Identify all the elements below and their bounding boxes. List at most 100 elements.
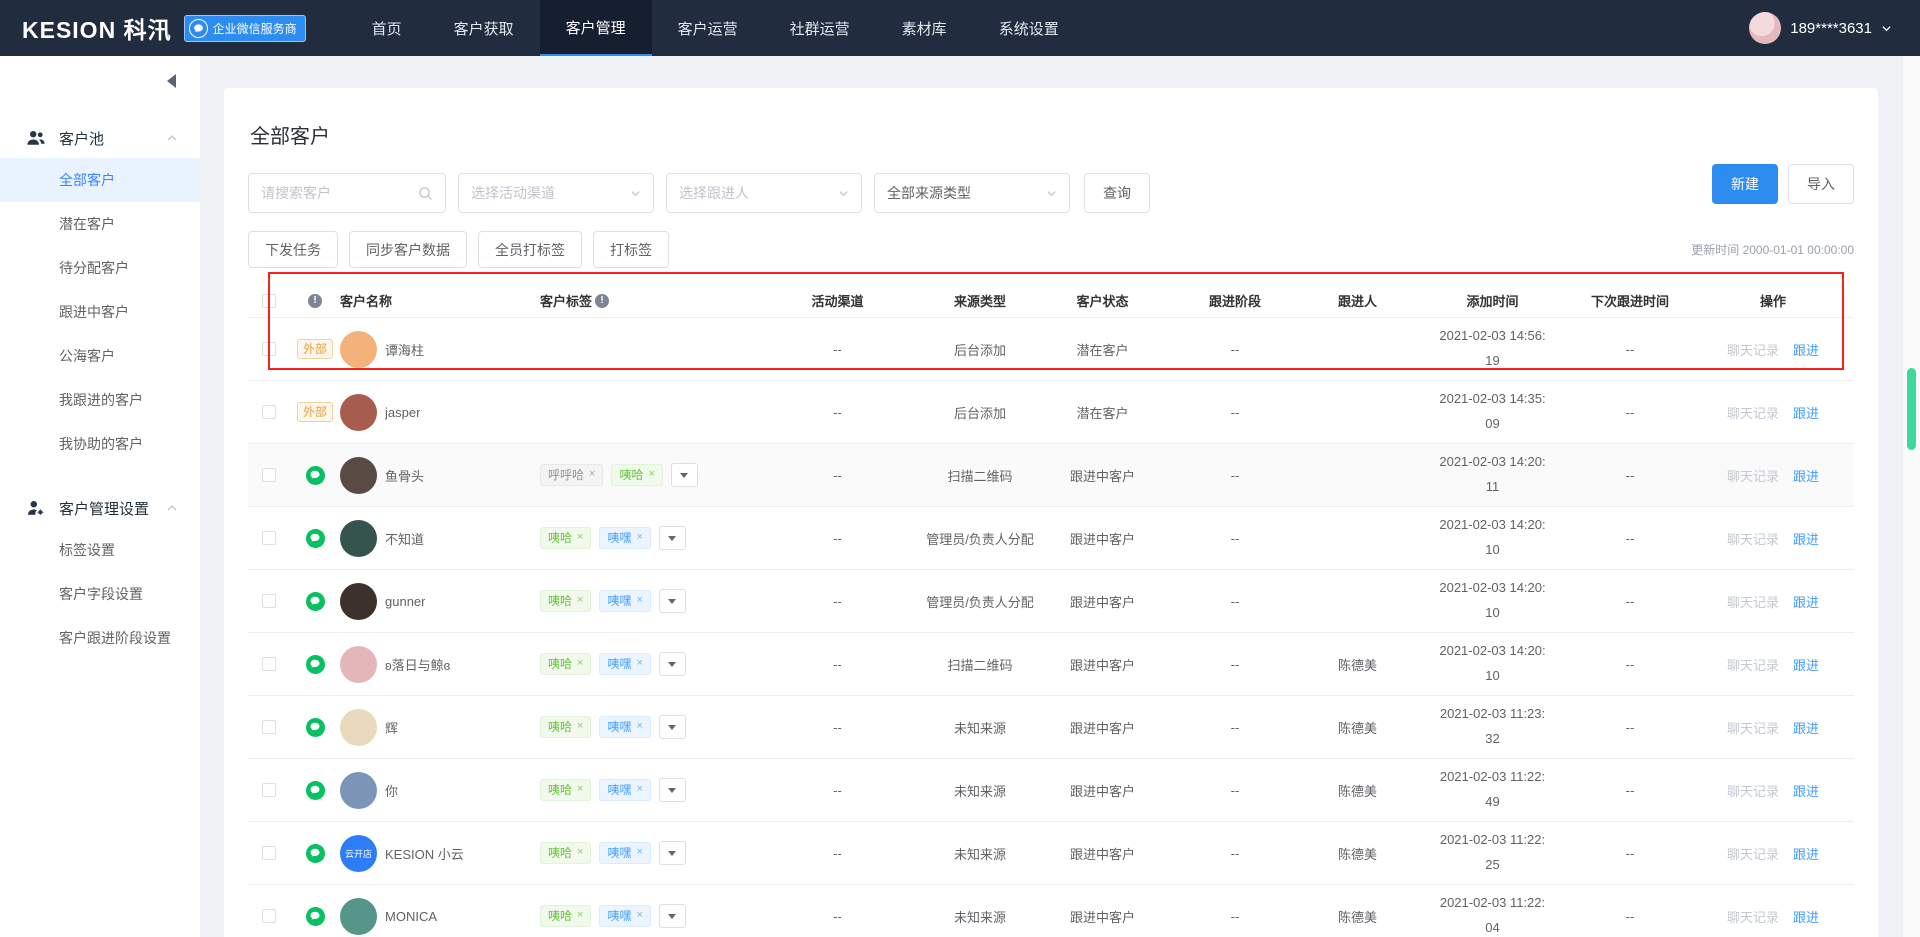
tag-remove-icon[interactable]: × xyxy=(577,657,583,670)
chat-record-link[interactable]: 聊天记录 xyxy=(1727,592,1779,611)
tag-remove-icon[interactable]: × xyxy=(577,531,583,544)
nav-item-客户运营[interactable]: 客户运营 xyxy=(652,0,764,56)
tag-remove-icon[interactable]: × xyxy=(636,846,642,859)
follower-select[interactable]: 选择跟进人 xyxy=(666,173,862,213)
chat-record-link[interactable]: 聊天记录 xyxy=(1727,529,1779,548)
nav-item-首页[interactable]: 首页 xyxy=(346,0,428,56)
sidebar-item-公海客户[interactable]: 公海客户 xyxy=(0,334,200,378)
nav-item-素材库[interactable]: 素材库 xyxy=(876,0,973,56)
follow-link[interactable]: 跟进 xyxy=(1793,718,1819,737)
sidebar-item-我跟进的客户[interactable]: 我跟进的客户 xyxy=(0,378,200,422)
import-button[interactable]: 导入 xyxy=(1788,164,1854,204)
sidebar-collapse-icon[interactable] xyxy=(167,74,176,88)
add-time-line2: 10 xyxy=(1485,542,1500,557)
chat-record-link[interactable]: 聊天记录 xyxy=(1727,781,1779,800)
tag-remove-icon[interactable]: × xyxy=(636,783,642,796)
customer-name: KESION 小云 xyxy=(385,846,464,862)
tag-remove-icon[interactable]: × xyxy=(577,720,583,733)
tag-remove-icon[interactable]: × xyxy=(636,531,642,544)
sidebar-item-客户跟进阶段设置[interactable]: 客户跟进阶段设置 xyxy=(0,616,200,660)
user-area[interactable]: 189****3631 xyxy=(1749,12,1920,44)
chat-record-link[interactable]: 聊天记录 xyxy=(1727,718,1779,737)
chat-record-link[interactable]: 聊天记录 xyxy=(1727,466,1779,485)
channel-select[interactable]: 选择活动渠道 xyxy=(458,173,654,213)
tag-remove-icon[interactable]: × xyxy=(636,657,642,670)
follow-link[interactable]: 跟进 xyxy=(1793,340,1819,359)
row-checkbox[interactable] xyxy=(262,594,276,608)
chat-record-link[interactable]: 聊天记录 xyxy=(1727,907,1779,926)
sidebar-item-跟进中客户[interactable]: 跟进中客户 xyxy=(0,290,200,334)
tag-dropdown-button[interactable] xyxy=(658,589,686,613)
tag-remove-icon[interactable]: × xyxy=(636,909,642,922)
tag-dropdown-button[interactable] xyxy=(670,463,698,487)
follow-link[interactable]: 跟进 xyxy=(1793,529,1819,548)
search-input[interactable]: 请搜索客户 xyxy=(248,173,446,213)
cell-select xyxy=(248,405,290,419)
nav-item-客户管理[interactable]: 客户管理 xyxy=(539,0,652,56)
row-checkbox[interactable] xyxy=(262,342,276,356)
follow-link[interactable]: 跟进 xyxy=(1793,844,1819,863)
create-button[interactable]: 新建 xyxy=(1712,164,1778,204)
sidebar-section-0: 客户池 全部客户 潜在客户 待分配客户 跟进中客户 公海客户 我跟进的客户 我协助的客户 xyxy=(0,118,200,466)
chat-record-link[interactable]: 聊天记录 xyxy=(1727,403,1779,422)
batch-button-下发任务[interactable]: 下发任务 xyxy=(248,231,338,268)
sidebar-section-title-客户管理设置[interactable]: 客户管理设置 xyxy=(0,488,200,528)
page-scrollbar[interactable] xyxy=(1902,56,1920,937)
tag-remove-icon[interactable]: × xyxy=(636,594,642,607)
tag-remove-icon[interactable]: × xyxy=(636,720,642,733)
tag-dropdown-button[interactable] xyxy=(658,841,686,865)
tag-咦嘿: 咦嘿 × xyxy=(599,526,651,550)
cell-name: 辉 xyxy=(340,708,540,746)
batch-button-全员打标签[interactable]: 全员打标签 xyxy=(478,231,582,268)
row-checkbox[interactable] xyxy=(262,846,276,860)
external-badge: 外部 xyxy=(296,401,333,423)
sidebar-item-我协助的客户[interactable]: 我协助的客户 xyxy=(0,422,200,466)
nav-item-客户获取[interactable]: 客户获取 xyxy=(428,0,540,56)
tag-dropdown-button[interactable] xyxy=(658,652,686,676)
row-checkbox[interactable] xyxy=(262,909,276,923)
sidebar-item-标签设置[interactable]: 标签设置 xyxy=(0,528,200,572)
source-type-select[interactable]: 全部来源类型 xyxy=(874,173,1070,213)
follow-link[interactable]: 跟进 xyxy=(1793,466,1819,485)
tag-dropdown-button[interactable] xyxy=(658,904,686,928)
chat-record-link[interactable]: 聊天记录 xyxy=(1727,844,1779,863)
tag-remove-icon[interactable]: × xyxy=(589,468,595,481)
batch-button-打标签[interactable]: 打标签 xyxy=(593,231,669,268)
row-checkbox[interactable] xyxy=(262,783,276,797)
chat-record-link[interactable]: 聊天记录 xyxy=(1727,655,1779,674)
select-all-checkbox[interactable] xyxy=(262,293,276,308)
follow-link[interactable]: 跟进 xyxy=(1793,907,1819,926)
tag-remove-icon[interactable]: × xyxy=(577,846,583,859)
tag-dropdown-button[interactable] xyxy=(658,715,686,739)
row-checkbox[interactable] xyxy=(262,468,276,482)
batch-button-同步客户数据[interactable]: 同步客户数据 xyxy=(349,231,467,268)
row-checkbox[interactable] xyxy=(262,720,276,734)
tag-remove-icon[interactable]: × xyxy=(648,468,654,481)
nav-item-社群运营[interactable]: 社群运营 xyxy=(764,0,876,56)
follow-link[interactable]: 跟进 xyxy=(1793,781,1819,800)
user-avatar[interactable] xyxy=(1749,12,1782,44)
sidebar-section-title-客户池[interactable]: 客户池 xyxy=(0,118,200,158)
sidebar-item-潜在客户[interactable]: 潜在客户 xyxy=(0,202,200,246)
query-button[interactable]: 查询 xyxy=(1084,173,1150,213)
sidebar-item-待分配客户[interactable]: 待分配客户 xyxy=(0,246,200,290)
chat-record-link[interactable]: 聊天记录 xyxy=(1727,340,1779,359)
row-checkbox[interactable] xyxy=(262,405,276,419)
cell-source: 未知来源 xyxy=(953,846,1006,862)
follow-link[interactable]: 跟进 xyxy=(1793,592,1819,611)
row-checkbox[interactable] xyxy=(262,657,276,671)
header-cell-add_time: 添加时间 xyxy=(1405,291,1580,310)
tag-remove-icon[interactable]: × xyxy=(577,783,583,796)
tag-remove-icon[interactable]: × xyxy=(577,909,583,922)
scrollbar-thumb[interactable] xyxy=(1907,368,1916,450)
tag-dropdown-button[interactable] xyxy=(658,526,686,550)
follow-link[interactable]: 跟进 xyxy=(1793,403,1819,422)
row-checkbox[interactable] xyxy=(262,531,276,545)
sidebar-item-客户字段设置[interactable]: 客户字段设置 xyxy=(0,572,200,616)
tag-dropdown-button[interactable] xyxy=(658,778,686,802)
sidebar-item-全部客户[interactable]: 全部客户 xyxy=(0,158,200,202)
tag-remove-icon[interactable]: × xyxy=(577,594,583,607)
add-time-line2: 04 xyxy=(1485,920,1500,935)
nav-item-系统设置[interactable]: 系统设置 xyxy=(973,0,1085,56)
follow-link[interactable]: 跟进 xyxy=(1793,655,1819,674)
